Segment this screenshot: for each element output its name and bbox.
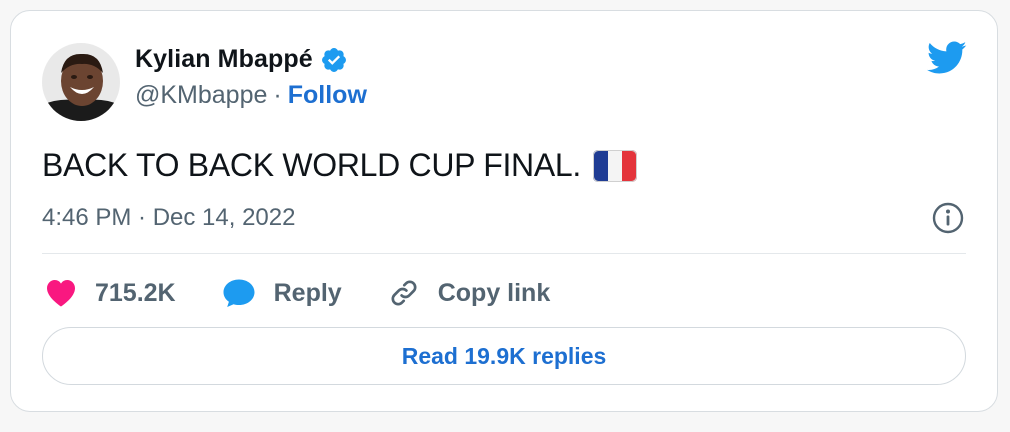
- link-icon: [388, 277, 420, 309]
- twitter-bird-icon[interactable]: [927, 41, 967, 75]
- like-button[interactable]: 715.2K: [45, 278, 176, 308]
- separator-dot: ·: [273, 81, 282, 109]
- info-icon[interactable]: [931, 201, 965, 235]
- author-name[interactable]: Kylian Mbappé: [135, 45, 313, 74]
- tweet-timestamp[interactable]: 4:46 PM · Dec 14, 2022: [42, 204, 295, 232]
- divider: [42, 253, 966, 254]
- author-name-row[interactable]: Kylian Mbappé: [135, 45, 348, 74]
- heart-icon: [45, 278, 77, 308]
- handle-row: @KMbappe · Follow: [135, 81, 367, 110]
- avatar[interactable]: [42, 43, 120, 121]
- tweet-text: BACK TO BACK WORLD CUP FINAL.: [42, 147, 581, 183]
- speech-bubble-icon: [222, 278, 256, 308]
- reply-label: Reply: [273, 278, 342, 307]
- read-replies-button[interactable]: Read 19.9K replies: [42, 327, 966, 385]
- reply-button[interactable]: Reply: [222, 278, 342, 308]
- copy-link-label: Copy link: [437, 278, 551, 307]
- action-bar: 715.2K Reply Copy link: [45, 273, 596, 313]
- verified-badge-icon: [320, 46, 348, 74]
- read-replies-label: Read 19.9K replies: [401, 342, 607, 369]
- tweet-card: Kylian Mbappé @KMbappe · Follow BACK TO …: [10, 10, 998, 412]
- france-flag-icon: [593, 149, 637, 182]
- copy-link-button[interactable]: Copy link: [388, 277, 551, 309]
- follow-button[interactable]: Follow: [288, 81, 367, 110]
- avatar-image: [42, 43, 120, 121]
- tweet-text-row: BACK TO BACK WORLD CUP FINAL.: [42, 147, 637, 184]
- author-handle[interactable]: @KMbappe: [135, 81, 267, 110]
- like-count: 715.2K: [95, 278, 176, 307]
